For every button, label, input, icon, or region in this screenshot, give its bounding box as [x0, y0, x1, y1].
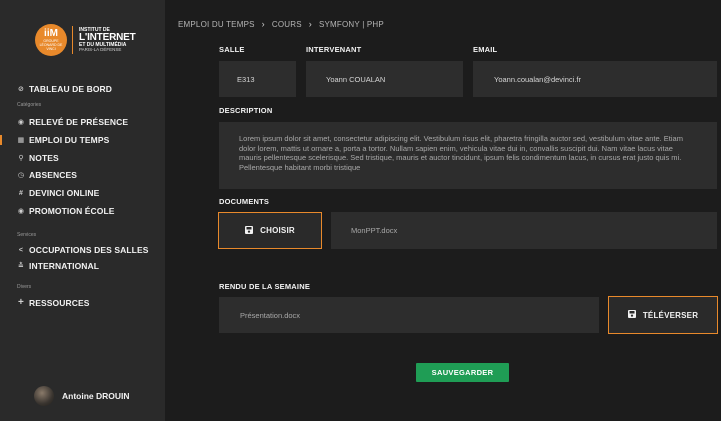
upload-button-label: TÉLÉVERSER	[642, 310, 699, 320]
logo-line-4: PARIS-LA DÉFENSE	[79, 46, 122, 52]
plane-icon: ≛	[18, 263, 24, 270]
sidebar-item-promotion[interactable]: ◉ PROMOTION ÉCOLE	[17, 206, 115, 216]
breadcrumb-item[interactable]: COURS	[272, 20, 302, 29]
intervenant-label: INTERVENANT	[306, 45, 362, 54]
sidebar-item-label: DEVINCI ONLINE	[29, 188, 100, 198]
save-button[interactable]: SAUVEGARDER	[416, 363, 509, 382]
logo-badge-subtext: GROUPE LÉONARD DE VINCI	[39, 39, 63, 51]
choose-file-button[interactable]: CHOISIR	[218, 212, 322, 249]
sidebar-item-absences[interactable]: ◷ ABSENCES	[17, 170, 77, 180]
dot-icon: ◉	[17, 208, 25, 215]
avatar	[34, 386, 54, 406]
school-logo[interactable]: iiM GROUPE LÉONARD DE VINCI INSTITUT DE …	[35, 24, 136, 56]
sidebar-item-schedule[interactable]: ▦ EMPLOI DU TEMPS	[17, 135, 110, 145]
search-icon: ⚲	[18, 155, 24, 162]
sidebar-item-presence[interactable]: ◉ RELEVÉ DE PRÉSENCE	[17, 117, 128, 127]
email-field[interactable]: Yoann.coualan@devinci.fr	[473, 61, 717, 97]
sidebar-item-grades[interactable]: ⚲ NOTES	[17, 153, 59, 163]
sidebar-item-international[interactable]: ≛ INTERNATIONAL	[17, 261, 99, 271]
salle-field[interactable]: E313	[219, 61, 296, 97]
calendar-icon: ▦	[17, 137, 25, 144]
active-indicator	[0, 135, 2, 145]
floppy-disk-icon	[627, 310, 636, 320]
sidebar-item-devinci-online[interactable]: # DEVINCI ONLINE	[17, 188, 99, 198]
plus-icon: +	[18, 297, 24, 308]
dot-icon: ◉	[17, 119, 25, 126]
dashboard-icon: ⊘	[18, 86, 24, 93]
rendu-label: RENDU DE LA SEMAINE	[219, 282, 311, 291]
chevron-right-icon: ›	[308, 19, 312, 29]
intervenant-field[interactable]: Yoann COUALAN	[306, 61, 463, 97]
sidebar-item-label: PROMOTION ÉCOLE	[29, 206, 115, 216]
sidebar-category-label: Services	[17, 232, 37, 238]
upload-button[interactable]: TÉLÉVERSER	[608, 296, 718, 334]
sidebar-item-label: NOTES	[29, 153, 59, 163]
sidebar-item-label: INTERNATIONAL	[29, 261, 100, 271]
sidebar-item-label: TABLEAU DE BORD	[29, 84, 113, 94]
email-label: EMAIL	[473, 45, 498, 54]
clock-icon: ◷	[17, 172, 25, 179]
logo-badge: iiM GROUPE LÉONARD DE VINCI	[35, 24, 67, 56]
breadcrumb: EMPLOI DU TEMPS › COURS › SYMFONY | PHP	[178, 19, 384, 29]
sidebar-item-label: EMPLOI DU TEMPS	[29, 135, 110, 145]
document-file-field[interactable]: MonPPT.docx	[331, 212, 717, 249]
sidebar-category-label: Catégories	[17, 102, 42, 108]
sidebar-item-label: ABSENCES	[29, 170, 78, 180]
chevron-right-icon: ›	[261, 19, 265, 29]
logo-badge-text: iiM	[44, 28, 58, 39]
sidebar-item-label: OCCUPATIONS DES SALLES	[29, 245, 149, 255]
logo-wordmark: INSTITUT DE L'INTERNET ET DU MULTIMÉDIA …	[79, 27, 136, 53]
user-name: Antoine DROUIN	[62, 391, 130, 401]
share-icon: <	[18, 246, 24, 254]
documents-label: DOCUMENTS	[219, 197, 270, 206]
description-textarea[interactable]: Lorem ipsum dolor sit amet, consectetur …	[219, 122, 717, 189]
breadcrumb-item-current: SYMFONY | PHP	[318, 19, 384, 29]
sidebar-item-label: RELEVÉ DE PRÉSENCE	[29, 117, 129, 127]
hash-icon: #	[19, 189, 23, 197]
logo-divider	[72, 26, 73, 54]
sidebar-category-label: Divers	[17, 284, 32, 290]
choose-file-label: CHOISIR	[260, 226, 295, 235]
description-label: DESCRIPTION	[219, 106, 273, 115]
breadcrumb-item[interactable]: EMPLOI DU TEMPS	[178, 20, 255, 29]
sidebar-item-resources[interactable]: + RESSOURCES	[17, 297, 90, 308]
floppy-disk-icon	[245, 225, 254, 236]
rendu-file-field[interactable]: Présentation.docx	[219, 297, 599, 333]
salle-label: SALLE	[219, 45, 245, 54]
sidebar: iiM GROUPE LÉONARD DE VINCI INSTITUT DE …	[0, 0, 165, 421]
sidebar-item-dashboard[interactable]: ⊘ TABLEAU DE BORD	[17, 84, 112, 94]
sidebar-item-label: RESSOURCES	[29, 297, 90, 308]
user-profile[interactable]: Antoine DROUIN	[34, 386, 130, 406]
sidebar-item-rooms[interactable]: < OCCUPATIONS DES SALLES	[17, 245, 148, 255]
